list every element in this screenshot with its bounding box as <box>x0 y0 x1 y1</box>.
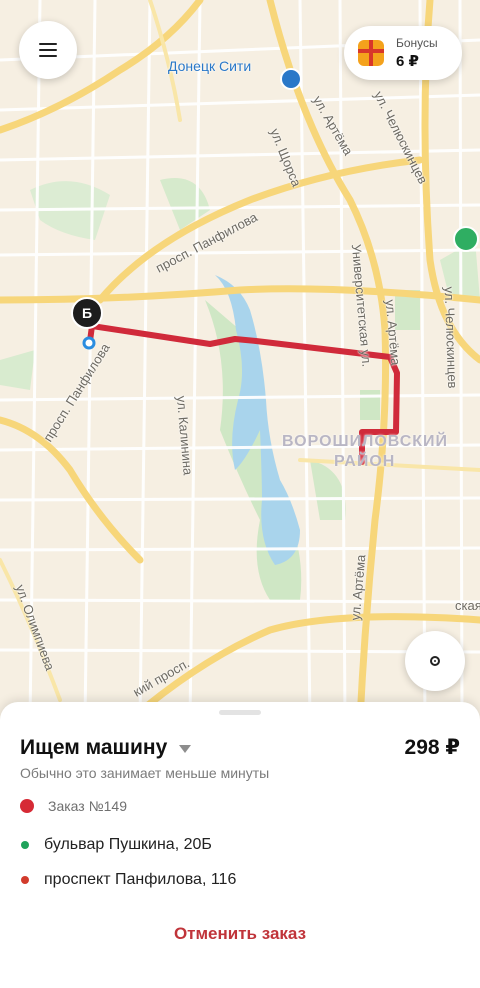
order-info: Заказ №149 <box>20 798 127 814</box>
destination-dot-icon <box>21 876 29 884</box>
address-to: проспект Панфилова, 116 <box>20 871 236 889</box>
gift-icon <box>358 40 384 66</box>
street-label: ская ул. <box>455 598 480 613</box>
start-point-icon <box>82 336 96 350</box>
locate-button[interactable] <box>405 631 465 691</box>
status-title: Ищем машину <box>20 735 168 759</box>
origin-dot-icon <box>21 841 29 849</box>
map-view[interactable]: Донецк Сити ул. Артёма ул. Челюскинцев у… <box>0 0 480 720</box>
locate-icon <box>430 656 440 666</box>
cancel-order-button[interactable]: Отменить заказ <box>0 924 480 944</box>
bonus-value: 6 ₽ <box>396 53 419 70</box>
sheet-handle[interactable] <box>219 710 261 715</box>
order-number: Заказ №149 <box>48 798 127 814</box>
price: 298 ₽ <box>404 736 460 759</box>
bonus-button[interactable]: Бонусы 6 ₽ <box>344 26 462 80</box>
map-canvas <box>0 0 480 720</box>
address-to-text: проспект Панфилова, 116 <box>44 871 237 888</box>
poi-label: Донецк Сити <box>168 58 252 74</box>
parking-icon <box>453 226 479 252</box>
address-from-text: бульвар Пушкина, 20Б <box>44 836 212 853</box>
hamburger-menu-icon <box>39 43 57 57</box>
status-subtitle: Обычно это занимает меньше минуты <box>20 765 270 781</box>
status-dropdown[interactable]: Ищем машину <box>20 735 192 760</box>
shopping-bag-icon <box>280 68 302 90</box>
order-sheet: Ищем машину 298 ₽ Обычно это занимает ме… <box>0 702 480 988</box>
district-label: ВОРОШИЛОВСКИЙ РАЙОН <box>282 433 449 470</box>
destination-marker: Б <box>71 297 103 329</box>
order-dot-icon <box>20 799 34 813</box>
address-from: бульвар Пушкина, 20Б <box>20 836 212 854</box>
bonus-title: Бонусы <box>396 36 438 50</box>
chevron-down-icon <box>179 744 192 753</box>
menu-button[interactable] <box>19 21 77 79</box>
